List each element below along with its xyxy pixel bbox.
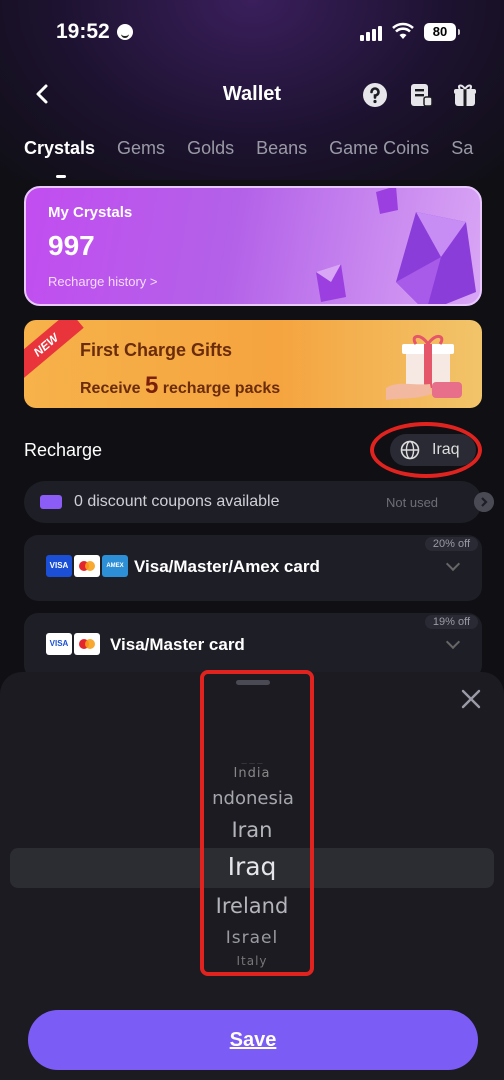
gift-icon[interactable] [452,82,478,108]
crystals-label: My Crystals [48,204,133,221]
amex-logo-icon: AMEX [102,555,128,577]
currency-tabs: Crystals Gems Golds Beans Game Coins Sa [24,138,504,178]
banner-pack-count: 5 [144,372,159,399]
card-logos: VISA AMEX [46,555,128,577]
first-charge-banner[interactable]: NEW First Charge Gifts Receive 5 recharg… [24,320,482,408]
discount-badge: 20% off [424,537,478,551]
annotation-circle [370,422,482,478]
tab-gems[interactable]: Gems [117,138,165,159]
chevron-down-icon [445,634,461,650]
chevron-right-icon [474,492,494,512]
tab-indicator [56,175,66,178]
payment-method-visa-master-amex[interactable]: VISA AMEX Visa/Master/Amex card 20% off [24,535,482,601]
crystals-balance: 997 [48,230,95,261]
card-logos: VISA [46,633,100,655]
recharge-heading: Recharge [24,440,103,460]
recharge-history-link[interactable]: Recharge history > [48,274,157,289]
banner-subtitle: Receive 5 recharge packs [80,372,280,400]
coupon-text: 0 discount coupons available [74,493,280,510]
tab-golds[interactable]: Golds [187,138,234,159]
smiley-icon [117,24,133,40]
battery-icon: 80 [424,23,460,41]
annotation-rectangle [200,670,314,976]
signal-icon [360,26,382,41]
banner-subtitle-prefix: Receive [80,380,141,397]
gift-box-illustration-icon [386,335,462,400]
help-icon[interactable] [362,82,388,108]
new-badge: NEW [24,320,84,380]
payment-label: Visa/Master card [110,635,245,654]
tab-sa[interactable]: Sa [451,138,473,159]
banner-title: First Charge Gifts [80,340,233,360]
discount-badge: 19% off [424,615,478,629]
status-bar: 19:52 80 [0,0,504,64]
chevron-down-icon [445,556,461,572]
close-icon[interactable] [460,688,482,710]
tab-game-coins[interactable]: Game Coins [329,138,429,159]
tab-beans[interactable]: Beans [256,138,307,159]
banner-subtitle-suffix: recharge packs [162,380,281,397]
crystals-card: My Crystals 997 Recharge history > [24,186,482,306]
wifi-icon [392,22,414,39]
app-header: Wallet [0,70,504,120]
bill-icon[interactable] [408,82,434,108]
payment-label: Visa/Master/Amex card [134,557,320,576]
tab-crystals[interactable]: Crystals [24,138,95,159]
save-button[interactable]: Save [28,1010,478,1070]
mastercard-logo-icon [74,555,100,577]
crystal-illustration-icon [316,188,476,304]
status-time: 19:52 [56,20,110,43]
coupon-icon [40,495,62,509]
visa-logo-icon: VISA [46,633,72,655]
visa-logo-icon: VISA [46,555,72,577]
mastercard-logo-icon [74,633,100,655]
coupon-row[interactable]: 0 discount coupons available Not used [24,481,494,523]
